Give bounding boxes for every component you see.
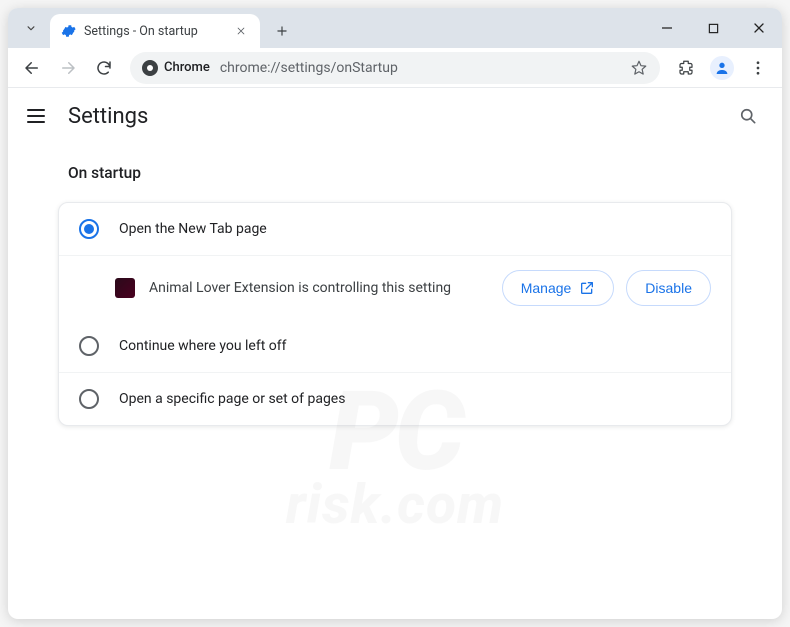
site-chip-label: Chrome [164,60,210,75]
option-continue-where-left-off[interactable]: Continue where you left off [59,320,731,372]
radio-icon [79,219,99,239]
url-text: chrome://settings/onStartup [220,60,398,76]
browser-window: Settings - On startup [8,8,782,619]
disable-label: Disable [645,280,692,296]
tab-settings[interactable]: Settings - On startup [50,14,260,48]
tab-title: Settings - On startup [84,24,198,39]
radio-icon [79,336,99,356]
settings-content: On startup Open the New Tab page Animal … [8,144,782,619]
tab-search-button[interactable] [18,15,44,41]
tab-strip: Settings - On startup [8,8,782,48]
address-bar[interactable]: Chrome chrome://settings/onStartup [130,52,660,84]
open-in-new-icon [579,280,595,296]
new-tab-button[interactable] [268,17,296,45]
minimize-button[interactable] [644,8,690,48]
manage-extension-button[interactable]: Manage [502,270,615,306]
settings-header: Settings [8,88,782,144]
page-title: Settings [68,104,148,129]
option-specific-pages[interactable]: Open a specific page or set of pages [59,372,731,425]
extension-controlled-notice: Animal Lover Extension is controlling th… [59,255,731,320]
watermark-line2: risk.com [286,481,504,531]
maximize-button[interactable] [690,8,736,48]
manage-label: Manage [521,280,572,296]
extension-icon [115,278,135,298]
chrome-icon [142,60,158,76]
extensions-button[interactable] [670,52,702,84]
settings-menu-button[interactable] [24,104,48,128]
option-label: Open a specific page or set of pages [119,391,345,407]
option-label: Continue where you left off [119,338,287,354]
radio-icon [79,389,99,409]
option-new-tab-page[interactable]: Open the New Tab page [59,203,731,255]
close-window-button[interactable] [736,8,782,48]
gear-icon [60,23,76,39]
profile-avatar[interactable] [710,56,734,80]
settings-search-button[interactable] [730,98,766,134]
bookmark-star-icon[interactable] [630,59,648,77]
menu-button[interactable] [742,52,774,84]
tab-close-button[interactable] [232,22,250,40]
extension-notice-text: Animal Lover Extension is controlling th… [149,280,451,296]
reload-button[interactable] [88,52,120,84]
section-title: On startup [68,164,732,182]
window-controls [644,8,782,48]
startup-options-card: Open the New Tab page Animal Lover Exten… [58,202,732,426]
back-button[interactable] [16,52,48,84]
disable-extension-button[interactable]: Disable [626,270,711,306]
browser-toolbar: Chrome chrome://settings/onStartup [8,48,782,88]
option-label: Open the New Tab page [119,221,267,237]
site-chip: Chrome [142,60,210,76]
forward-button[interactable] [52,52,84,84]
